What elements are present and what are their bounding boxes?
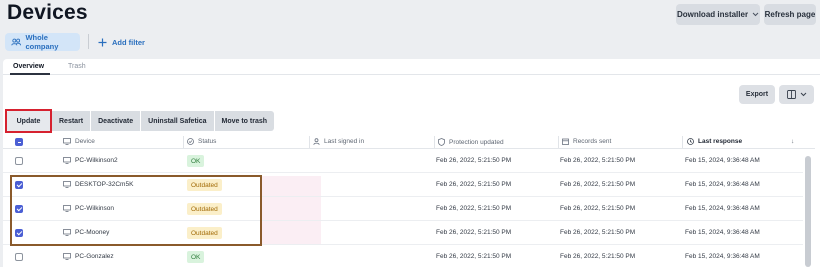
chevron-down-icon [800, 92, 806, 97]
export-button[interactable]: Export [739, 85, 775, 104]
user-icon [313, 138, 320, 145]
column-records-sent-label: Records sent [573, 138, 612, 145]
update-highlight [5, 109, 52, 133]
records-sent-cell: Feb 26, 2022, 5:21:50 PM [560, 181, 636, 188]
shield-icon [438, 138, 445, 146]
deactivate-button[interactable]: Deactivate [91, 111, 141, 131]
last-response-cell: Feb 15, 2024, 9:36:48 AM [685, 157, 760, 164]
column-device-label: Device [75, 138, 95, 145]
column-divider [309, 136, 310, 148]
columns-icon [786, 90, 796, 99]
plus-icon [98, 38, 107, 46]
last-response-cell: Feb 15, 2024, 9:36:48 AM [685, 229, 760, 236]
computer-icon [63, 157, 71, 164]
scope-selector[interactable]: Whole company [5, 33, 80, 51]
table-row[interactable]: PC-Wilkinson2 OK Feb 26, 2022, 5:21:50 PM F… [3, 150, 803, 173]
device-name[interactable]: PC-Gonzalez [75, 253, 114, 260]
computer-icon [63, 253, 71, 260]
status-badge: OK [187, 251, 205, 263]
row-checkbox[interactable] [15, 253, 23, 261]
move-to-trash-button[interactable]: Move to trash [214, 111, 275, 131]
table-header: Device Status Last signed in Protection … [3, 135, 815, 149]
table-row[interactable]: PC-Gonzalez OK Feb 26, 2022, 5:21:50 PM Feb… [3, 246, 803, 267]
refresh-page-button[interactable]: Refresh page [764, 4, 816, 25]
column-divider [183, 136, 184, 148]
device-cell: PC-Wilkinson2 [63, 157, 118, 164]
column-protection-updated-label: Protection updated [449, 138, 504, 146]
calendar-icon [562, 138, 569, 145]
monitor-icon [63, 138, 71, 145]
scope-label: Whole company [25, 33, 59, 51]
records-sent-cell: Feb 26, 2022, 5:21:50 PM [560, 157, 636, 164]
protection-updated-cell: Feb 26, 2022, 5:21:50 PM [436, 157, 512, 164]
column-divider [682, 136, 683, 148]
device-name[interactable]: PC-Wilkinson2 [75, 157, 118, 164]
tab-trash[interactable]: Trash [68, 63, 86, 70]
column-divider [434, 136, 435, 148]
column-status[interactable]: Status [187, 138, 216, 145]
protection-updated-cell: Feb 26, 2022, 5:21:50 PM [436, 181, 512, 188]
row-checkbox[interactable] [15, 157, 23, 165]
column-records-sent[interactable]: Records sent [562, 138, 611, 145]
last-response-cell: Feb 15, 2024, 9:36:48 AM [685, 181, 760, 188]
protection-updated-cell: Feb 26, 2022, 5:21:50 PM [436, 253, 512, 260]
column-last-response-label: Last response [698, 138, 743, 145]
records-sent-cell: Feb 26, 2022, 5:21:50 PM [560, 229, 636, 236]
column-settings-button[interactable] [779, 85, 814, 104]
active-tab-indicator [10, 73, 50, 75]
devices-panel: Overview Trash Export Update Restart Dea… [3, 59, 820, 267]
add-filter-label: Add filter [112, 37, 145, 47]
status-badge: OK [187, 155, 205, 167]
chevron-down-icon [752, 12, 759, 17]
download-installer-label: Download installer [676, 10, 749, 19]
page-title: Devices [7, 1, 88, 24]
column-device[interactable]: Device [63, 138, 95, 145]
users-icon [11, 38, 22, 46]
records-sent-cell: Feb 26, 2022, 5:21:50 PM [560, 205, 636, 212]
device-cell: PC-Gonzalez [63, 253, 114, 260]
add-filter-button[interactable]: Add filter [98, 33, 145, 51]
download-installer-button[interactable]: Download installer [676, 4, 760, 25]
column-last-signed-in-label: Last signed in [324, 138, 365, 145]
uninstall-safetica-button[interactable]: Uninstall Safetica [141, 111, 214, 131]
tab-overview[interactable]: Overview [13, 63, 44, 70]
tab-bar: Overview Trash [3, 59, 820, 75]
selected-rows-highlight [10, 175, 262, 246]
column-last-response[interactable]: Last response [687, 138, 742, 145]
restart-button[interactable]: Restart [52, 111, 91, 131]
sort-arrow-icon[interactable]: ↓ [791, 138, 794, 145]
clock-icon [687, 138, 694, 145]
refresh-page-label: Refresh page [764, 10, 816, 19]
records-sent-cell: Feb 26, 2022, 5:21:50 PM [560, 253, 636, 260]
select-all-checkbox[interactable] [15, 138, 23, 146]
column-protection-updated[interactable]: Protection updated [438, 138, 504, 146]
status-icon [187, 138, 194, 145]
scrollbar[interactable] [805, 156, 811, 267]
divider [88, 34, 89, 49]
column-last-signed-in[interactable]: Last signed in [313, 138, 364, 145]
column-status-label: Status [198, 138, 217, 145]
last-response-cell: Feb 15, 2024, 9:36:48 AM [685, 205, 760, 212]
column-divider [558, 136, 559, 148]
last-response-cell: Feb 15, 2024, 9:36:48 AM [685, 253, 760, 260]
protection-updated-cell: Feb 26, 2022, 5:21:50 PM [436, 205, 512, 212]
protection-updated-cell: Feb 26, 2022, 5:21:50 PM [436, 229, 512, 236]
